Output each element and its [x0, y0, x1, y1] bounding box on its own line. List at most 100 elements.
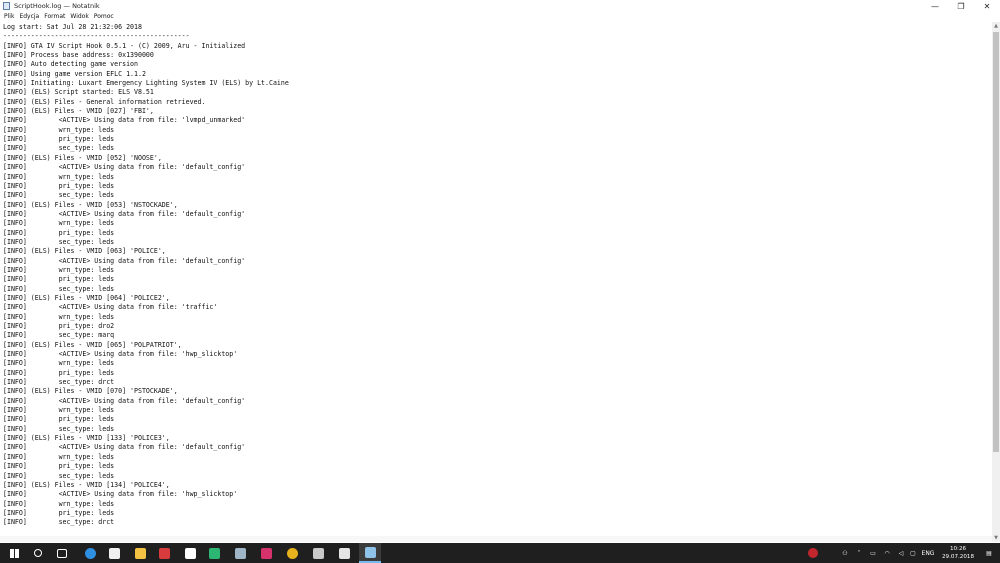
menu-bar: Plik Edycja Format Widok Pomoc [0, 12, 1000, 22]
notification-tray-icon[interactable]: ▢ [908, 543, 918, 563]
store-icon [108, 547, 120, 559]
log-line: [INFO] sec_type: drct [3, 378, 115, 387]
scroll-down-icon[interactable]: ▼ [992, 534, 1000, 542]
pink-app-icon [260, 547, 272, 559]
log-line: [INFO] sec_type: leds [3, 424, 115, 433]
log-line: [INFO] pri_type: leds [3, 275, 115, 284]
title-bar: ScriptHook.log — Notatnik — ❐ ✕ [0, 0, 1000, 12]
taskbar-steam[interactable] [229, 543, 251, 563]
log-line: [INFO] <ACTIVE> Using data from file: 'l… [3, 116, 246, 125]
log-line: [INFO] (ELS) Files - VMID [052] 'NOOSE', [3, 153, 162, 162]
text-editor[interactable]: Log start: Sat Jul 28 21:32:06 2018 -----… [0, 22, 992, 542]
log-line: [INFO] (ELS) Files - VMID [063] 'POLICE'… [3, 247, 166, 256]
log-line: [INFO] sec_type: marq [3, 331, 115, 340]
log-line: [INFO] pri_type: leds [3, 462, 115, 471]
clock-time: 10:26 [949, 546, 967, 552]
log-line: [INFO] sec_type: drct [3, 518, 115, 527]
log-lines: Log start: Sat Jul 28 21:32:06 2018 -----… [3, 23, 289, 528]
log-line: [INFO] (ELS) Files - VMID [027] 'FBI', [3, 107, 154, 116]
log-line: [INFO] <ACTIVE> Using data from file: 'd… [3, 163, 246, 172]
log-line: [INFO] pri_type: leds [3, 508, 115, 517]
menu-edit[interactable]: Edycja [19, 12, 39, 22]
search-icon [34, 549, 42, 557]
menu-format[interactable]: Format [44, 12, 65, 22]
taskbar-app-pink[interactable] [255, 543, 277, 563]
battery-icon[interactable]: ▭ [868, 543, 878, 563]
log-line: [INFO] (ELS) Files - VMID [064] 'POLICE2… [3, 293, 170, 302]
taskbar-explorer[interactable] [129, 543, 151, 563]
people-icon[interactable]: ⚇ [840, 543, 850, 563]
scroll-thumb[interactable] [993, 32, 999, 452]
log-line: [INFO] pri_type: leds [3, 181, 115, 190]
horizontal-scrollbar[interactable] [0, 536, 992, 542]
action-center-icon[interactable]: ▤ [982, 543, 996, 563]
log-line: [INFO] (ELS) Files - VMID [065] 'POLPATR… [3, 340, 182, 349]
log-line: [INFO] wrn_type: leds [3, 172, 115, 181]
maximize-button[interactable]: ❐ [948, 0, 974, 12]
log-line: [INFO] (ELS) Files - VMID [134] 'POLICE4… [3, 480, 170, 489]
taskbar-app-teal[interactable] [203, 543, 225, 563]
menu-view[interactable]: Widok [70, 12, 88, 22]
edge-icon [84, 547, 96, 559]
menu-help[interactable]: Pomoc [94, 12, 114, 22]
minimize-button[interactable]: — [922, 0, 948, 12]
log-line: [INFO] sec_type: leds [3, 471, 115, 480]
start-button[interactable] [3, 543, 25, 563]
network-icon[interactable]: ◠ [882, 543, 892, 563]
folder-icon [134, 547, 146, 559]
log-line: [INFO] pri_type: leds [3, 415, 115, 424]
taskbar-chrome[interactable] [281, 543, 303, 563]
search-button[interactable] [27, 543, 49, 563]
log-line: [INFO] Auto detecting game version [3, 60, 138, 69]
log-line: [INFO] (ELS) Files - VMID [070] 'PSTOCKA… [3, 387, 178, 396]
taskbar-app-mail[interactable] [179, 543, 201, 563]
log-line: [INFO] <ACTIVE> Using data from file: 'd… [3, 443, 246, 452]
notepad-icon [3, 2, 10, 10]
windows-logo-icon [9, 548, 19, 558]
language-indicator[interactable]: ENG [920, 543, 936, 563]
taskbar-app-red[interactable] [153, 543, 175, 563]
grey-app-icon [312, 547, 324, 559]
log-line: ----------------------------------------… [3, 32, 190, 41]
log-line: [INFO] (ELS) Files - VMID [133] 'POLICE3… [3, 434, 170, 443]
log-line: [INFO] wrn_type: leds [3, 219, 115, 228]
log-line: [INFO] wrn_type: leds [3, 359, 115, 368]
log-line: [INFO] (ELS) Script started: ELS V8.51 [3, 88, 154, 97]
log-line: [INFO] Initiating: Luxart Emergency Ligh… [3, 79, 289, 88]
log-line: Log start: Sat Jul 28 21:32:06 2018 [3, 23, 142, 31]
log-line: [INFO] wrn_type: leds [3, 125, 115, 134]
tray-red-icon[interactable] [806, 543, 820, 563]
task-view-button[interactable] [51, 543, 73, 563]
teal-app-icon [208, 547, 220, 559]
steam-icon [234, 547, 246, 559]
taskbar: ⚇ ˄ ▭ ◠ ◁ ▢ ENG 10:26 29.07.2018 ▤ [0, 543, 1000, 563]
notepad-icon [364, 546, 376, 558]
red-app-icon [158, 547, 170, 559]
taskbar-app-grey[interactable] [307, 543, 329, 563]
taskbar-app-white[interactable] [333, 543, 355, 563]
vertical-scrollbar[interactable]: ▲ ▼ [992, 22, 1000, 542]
close-button[interactable]: ✕ [974, 0, 1000, 12]
log-line: [INFO] Using game version EFLC 1.1.2 [3, 69, 146, 78]
log-line: [INFO] <ACTIVE> Using data from file: 'd… [3, 209, 246, 218]
taskbar-edge[interactable] [79, 543, 101, 563]
log-line: [INFO] <ACTIVE> Using data from file: 'd… [3, 396, 246, 405]
log-line: [INFO] sec_type: leds [3, 237, 115, 246]
volume-icon[interactable]: ◁ [896, 543, 906, 563]
menu-file[interactable]: Plik [4, 12, 14, 22]
scroll-up-icon[interactable]: ▲ [992, 22, 1000, 30]
log-line: [INFO] (ELS) Files - General information… [3, 97, 206, 106]
taskbar-store[interactable] [103, 543, 125, 563]
log-line: [INFO] wrn_type: leds [3, 312, 115, 321]
window-title: ScriptHook.log — Notatnik [14, 2, 100, 10]
tray-chevron-up-icon[interactable]: ˄ [854, 543, 864, 563]
log-line: [INFO] pri_type: leds [3, 135, 115, 144]
log-line: [INFO] wrn_type: leds [3, 406, 115, 415]
log-line: [INFO] sec_type: leds [3, 144, 115, 153]
taskbar-notepad[interactable] [359, 543, 381, 563]
clock-date: 29.07.2018 [941, 554, 975, 560]
log-line: [INFO] <ACTIVE> Using data from file: 't… [3, 303, 218, 312]
log-line: [INFO] <ACTIVE> Using data from file: 'd… [3, 256, 246, 265]
clock[interactable]: 10:26 29.07.2018 [938, 545, 978, 561]
log-line: [INFO] pri_type: leds [3, 228, 115, 237]
